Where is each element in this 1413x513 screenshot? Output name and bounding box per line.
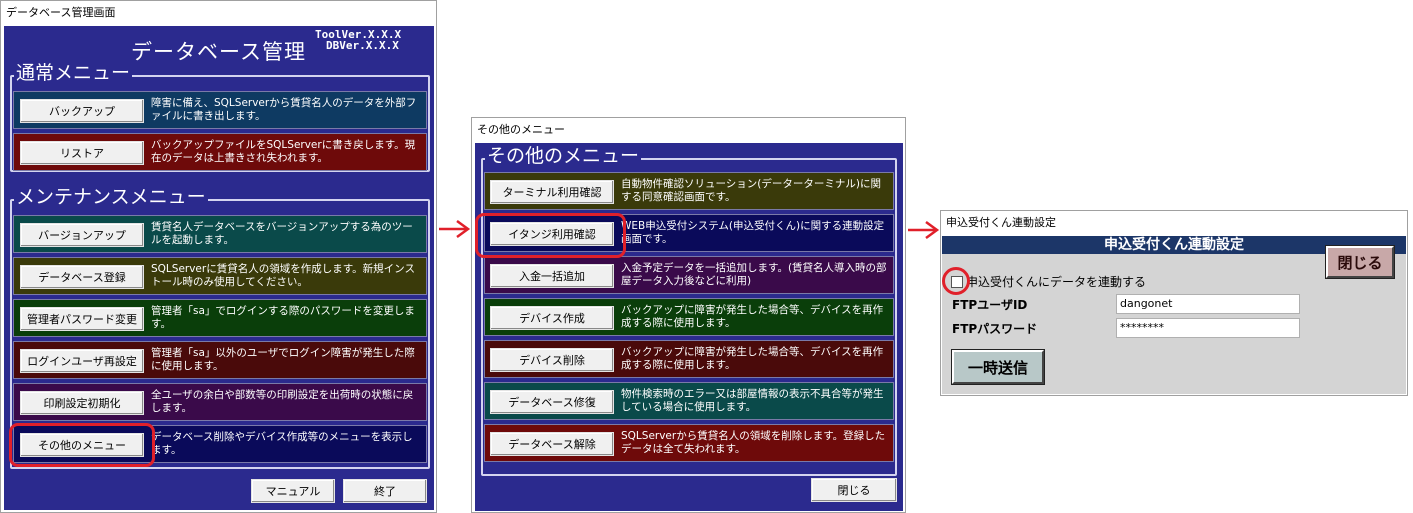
- device-delete-description: バックアップに障害が発生した場合等、デバイスを再作成する際に使用します。: [621, 346, 884, 371]
- link-settings-window: 申込受付くん連動設定 申込受付くん連動設定 閉じる 申込受付くんにデータを連動す…: [940, 210, 1408, 396]
- terminal-confirm-button[interactable]: ターミナル利用確認: [490, 180, 614, 204]
- db-version-label: DBVer.X.X.X: [326, 39, 399, 52]
- ftp-password-label: FTPパスワード: [952, 322, 1038, 336]
- menu-row-database-register: データベース登録 SQLServerに賃貸名人の領域を作成します。新規インストー…: [13, 257, 427, 295]
- device-delete-button[interactable]: デバイス削除: [490, 348, 614, 372]
- admin-password-description: 管理者「sa」でログインする際のパスワードを変更します。: [151, 305, 415, 330]
- menu-row-print-settings-reset: 印刷設定初期化 全ユーザの余白や部数等の印刷設定を出荷時の状態に戻します。: [13, 383, 427, 421]
- ftp-user-label: FTPユーザID: [952, 298, 1028, 312]
- other-menu-label: その他のメニュー: [485, 145, 642, 167]
- backup-button[interactable]: バックアップ: [20, 99, 144, 123]
- close-button[interactable]: 閉じる: [1326, 246, 1394, 278]
- database-management-window: データベース管理画面 データベース管理 ToolVer.X.X.X DBVer.…: [0, 0, 437, 513]
- itandi-confirm-description: WEB申込受付システム(申込受付くん)に関する連動設定画面です。: [621, 220, 885, 245]
- database-remove-description: SQLServerから賃貸名人の領域を削除します。登録したデータは全て失われます…: [621, 430, 886, 455]
- database-register-description: SQLServerに賃貸名人の領域を作成します。新規インストール時のみ使用してく…: [151, 263, 415, 288]
- database-register-button[interactable]: データベース登録: [20, 265, 144, 289]
- admin-password-button[interactable]: 管理者パスワード変更: [20, 307, 144, 331]
- terminal-confirm-description: 自動物件確認ソリューション(データーターミナル)に関する同意確認画面です。: [621, 178, 881, 203]
- menu-row-version-up: バージョンアップ 賃貸名人データベースをバージョンアップする為のツールを起動しま…: [13, 215, 427, 253]
- device-create-button[interactable]: デバイス作成: [490, 306, 614, 330]
- version-up-button[interactable]: バージョンアップ: [20, 223, 144, 247]
- send-now-button[interactable]: 一時送信: [952, 350, 1044, 384]
- restore-button[interactable]: リストア: [20, 141, 144, 165]
- menu-row-backup: バックアップ 障害に備え、SQLServerから賃貸名人のデータを外部ファイルに…: [13, 91, 427, 129]
- backup-description: 障害に備え、SQLServerから賃貸名人のデータを外部ファイルに書き出します。: [151, 97, 417, 122]
- menu-row-terminal-confirm: ターミナル利用確認 自動物件確認ソリューション(データーターミナル)に関する同意…: [484, 172, 894, 210]
- login-user-reset-button[interactable]: ログインユーザ再設定: [20, 349, 144, 373]
- ftp-password-input[interactable]: ********: [1116, 318, 1300, 338]
- page-title: データベース管理: [131, 40, 306, 64]
- menu-row-login-user-reset: ログインユーザ再設定 管理者「sa」以外のユーザでログイン障害が発生した際に使用…: [13, 341, 427, 379]
- menu-row-admin-password: 管理者パスワード変更 管理者「sa」でログインする際のパスワードを変更します。: [13, 299, 427, 337]
- menu-row-payment-bulk-add: 入金一括追加 入金予定データを一括追加します。(賃貸名人導入時の部屋データ入力後…: [484, 256, 894, 294]
- print-settings-reset-button[interactable]: 印刷設定初期化: [20, 391, 144, 415]
- exit-button[interactable]: 終了: [343, 479, 427, 503]
- device-create-description: バックアップに障害が発生した場合等、デバイスを再作成する際に使用します。: [621, 304, 884, 329]
- payment-bulk-add-description: 入金予定データを一括追加します。(賃貸名人導入時の部屋データ入力後などに利用): [621, 262, 887, 287]
- manual-button[interactable]: マニュアル: [251, 479, 335, 503]
- other-menu-description: データベース削除やデバイス作成等のメニューを表示します。: [151, 431, 413, 456]
- print-settings-reset-description: 全ユーザの余白や部数等の印刷設定を出荷時の状態に戻します。: [151, 389, 414, 414]
- restore-description: バックアップファイルをSQLServerに書き戻します。現在のデータは上書きされ…: [151, 139, 416, 164]
- arrow-right-icon: [908, 220, 940, 240]
- highlight-itandi-confirm: [475, 213, 626, 258]
- menu-row-database-repair: データベース修復 物件検索時のエラー又は部屋情報の表示不具合等が発生している場合…: [484, 382, 894, 420]
- menu-row-device-delete: デバイス削除 バックアップに障害が発生した場合等、デバイスを再作成する際に使用し…: [484, 340, 894, 378]
- window-title: その他のメニュー: [472, 118, 905, 142]
- window-title: 申込受付くん連動設定: [941, 211, 1407, 235]
- link-client-area: 申込受付くん連動設定 閉じる 申込受付くんにデータを連動する FTPユーザID …: [942, 236, 1406, 394]
- highlight-other-menu: [9, 423, 155, 467]
- maintenance-menu-label: メンテナンスメニュー: [14, 186, 208, 208]
- ftp-user-input[interactable]: dangonet: [1116, 294, 1300, 314]
- other-menu-window: その他のメニュー その他のメニュー ターミナル利用確認 自動物件確認ソリューショ…: [471, 117, 906, 513]
- menu-row-device-create: デバイス作成 バックアップに障害が発生した場合等、デバイスを再作成する際に使用し…: [484, 298, 894, 336]
- normal-menu-label: 通常メニュー: [14, 62, 133, 84]
- version-up-description: 賃貸名人データベースをバージョンアップする為のツールを起動します。: [151, 221, 413, 246]
- menu-row-database-remove: データベース解除 SQLServerから賃貸名人の領域を削除します。登録したデー…: [484, 424, 894, 462]
- other-client-area: その他のメニュー ターミナル利用確認 自動物件確認ソリューション(データーターミ…: [475, 143, 903, 511]
- menu-row-restore: リストア バックアップファイルをSQLServerに書き戻します。現在のデータは…: [13, 133, 427, 171]
- window-title: データベース管理画面: [1, 1, 436, 25]
- payment-bulk-add-button[interactable]: 入金一括追加: [490, 264, 614, 288]
- sync-checkbox-label: 申込受付くんにデータを連動する: [966, 275, 1147, 289]
- arrow-right-icon: [439, 219, 471, 239]
- database-remove-button[interactable]: データベース解除: [490, 432, 614, 456]
- database-repair-button[interactable]: データベース修復: [490, 390, 614, 414]
- database-repair-description: 物件検索時のエラー又は部屋情報の表示不具合等が発生している場合に使用します。: [621, 388, 884, 413]
- highlight-sync-checkbox: [942, 267, 970, 295]
- login-user-reset-description: 管理者「sa」以外のユーザでログイン障害が発生した際に使用します。: [151, 347, 415, 372]
- close-button[interactable]: 閉じる: [811, 478, 897, 502]
